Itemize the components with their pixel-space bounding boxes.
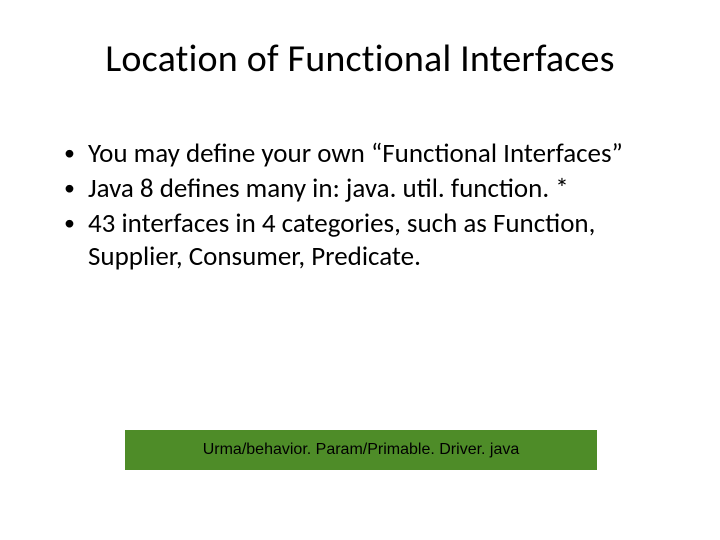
bullet-item: Java 8 defines many in: java. util. func… <box>64 173 660 206</box>
bullet-item: 43 interfaces in 4 categories, such as F… <box>64 208 660 274</box>
code-reference-box: Urma/behavior. Param/Primable. Driver. j… <box>125 430 597 470</box>
slide: Location of Functional Interfaces You ma… <box>0 0 720 540</box>
slide-title: Location of Functional Interfaces <box>60 36 660 82</box>
bullet-item: You may define your own “Functional Inte… <box>64 138 660 171</box>
bullet-list: You may define your own “Functional Inte… <box>60 138 660 274</box>
code-reference-text: Urma/behavior. Param/Primable. Driver. j… <box>203 441 520 459</box>
